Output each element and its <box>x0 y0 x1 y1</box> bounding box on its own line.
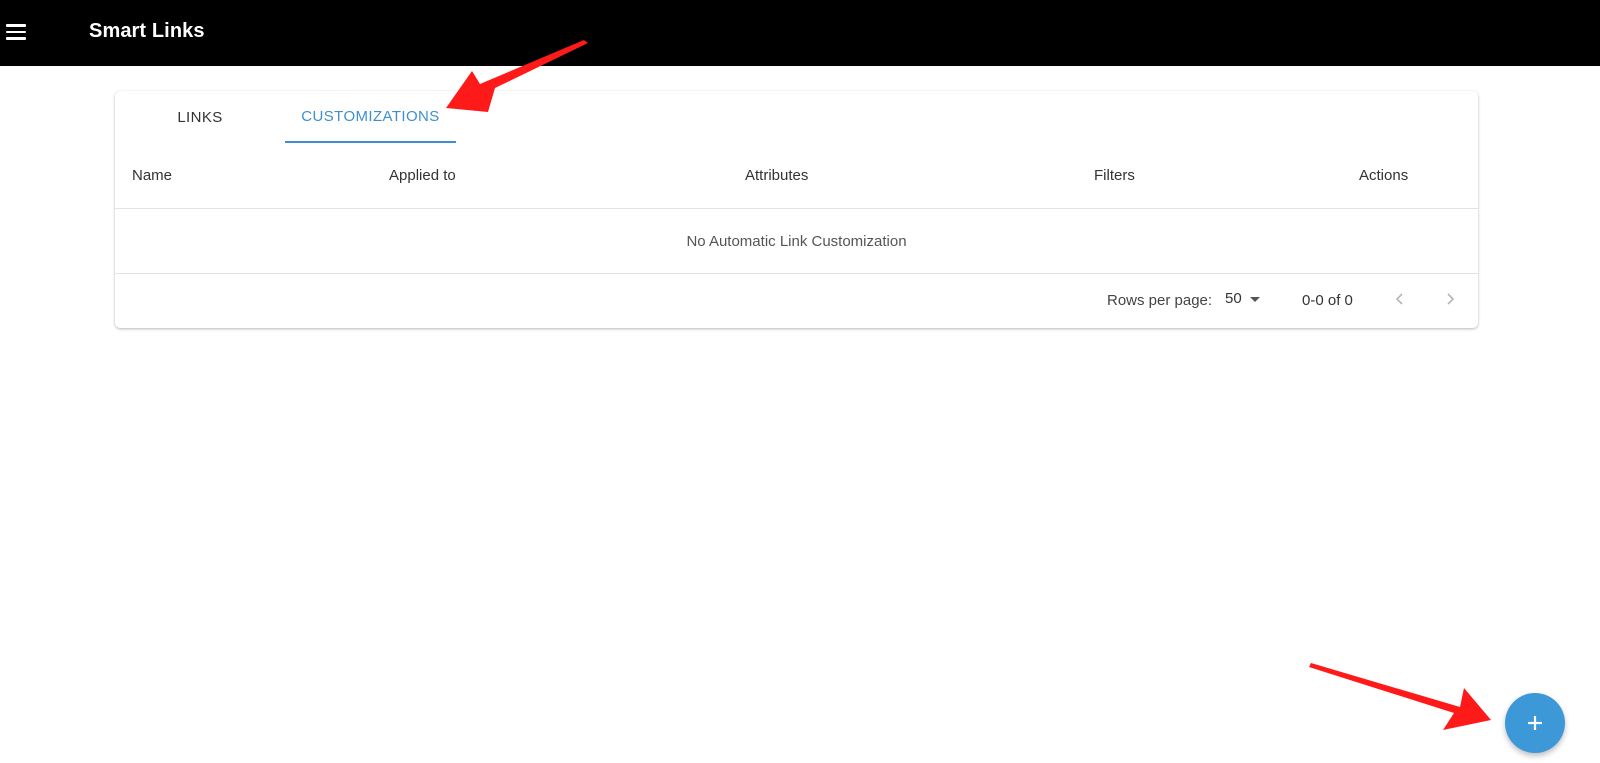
column-header-attributes[interactable]: Attributes <box>745 167 808 184</box>
column-header-name[interactable]: Name <box>132 167 172 184</box>
empty-state-row: No Automatic Link Customization <box>115 209 1478 274</box>
column-header-applied-to[interactable]: Applied to <box>389 167 456 184</box>
table-header: Name Applied to Attributes Filters Actio… <box>115 143 1478 209</box>
pagination: Rows per page: 50 0-0 of 0 <box>115 274 1478 328</box>
tab-links[interactable]: LINKS <box>115 91 285 143</box>
tab-customizations[interactable]: CUSTOMIZATIONS <box>285 91 456 143</box>
plus-icon <box>1528 716 1542 730</box>
rows-per-page-value: 50 <box>1225 290 1242 307</box>
app-bar: Smart Links <box>0 0 1600 66</box>
previous-page-button[interactable] <box>1387 286 1413 312</box>
caret-down-icon <box>1249 297 1260 302</box>
chevron-left-icon <box>1395 293 1403 305</box>
empty-state-message: No Automatic Link Customization <box>686 232 907 250</box>
app-title: Smart Links <box>89 20 205 42</box>
rows-per-page-select[interactable]: 50 <box>1225 290 1260 307</box>
add-customization-button[interactable] <box>1505 693 1565 753</box>
column-header-actions: Actions <box>1359 167 1409 184</box>
customizations-card: LINKS CUSTOMIZATIONS Name Applied to Att… <box>115 91 1478 328</box>
next-page-button[interactable] <box>1437 286 1463 312</box>
pagination-range: 0-0 of 0 <box>1302 292 1353 309</box>
rows-per-page-label: Rows per page: <box>1107 292 1213 309</box>
menu-icon[interactable] <box>6 21 28 43</box>
column-header-filters[interactable]: Filters <box>1094 167 1135 184</box>
chevron-right-icon <box>1447 293 1455 305</box>
tab-bar: LINKS CUSTOMIZATIONS <box>115 91 1478 143</box>
annotation-arrow-fab <box>1309 663 1491 730</box>
